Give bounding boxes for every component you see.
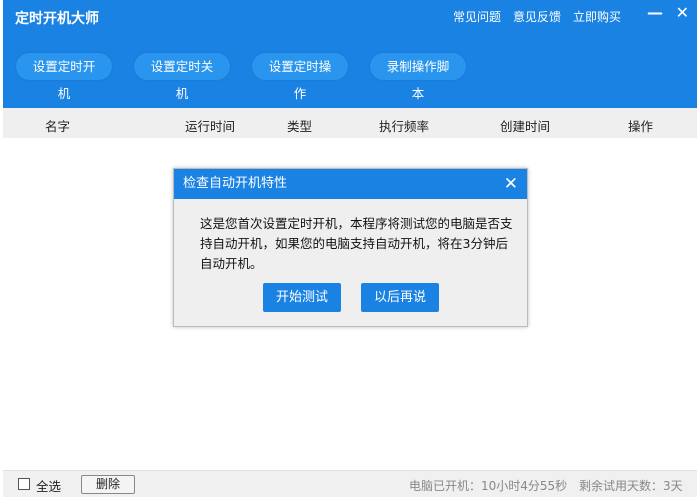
later-button[interactable]: 以后再说 [361, 283, 439, 312]
record-script-button[interactable]: 录制操作脚本 [370, 53, 466, 101]
trial-status: 剩余试用天数：3天 [579, 479, 683, 493]
col-run-time: 运行时间 [185, 119, 236, 134]
table-header: 名字 运行时间 类型 执行频率 创建时间 操作 [3, 108, 697, 138]
dialog-close-icon[interactable]: ✕ [504, 169, 518, 199]
delete-button[interactable]: 删除 [81, 475, 135, 494]
app-title: 定时开机大师 [15, 11, 99, 27]
message-line: 持自动开机，如果您的电脑支持自动开机，将在3分钟后 [200, 236, 508, 251]
col-frequency: 执行频率 [379, 119, 430, 134]
col-actions: 操作 [628, 119, 654, 134]
set-timed-boot-button[interactable]: 设置定时开机 [16, 53, 112, 101]
minimize-icon[interactable]: — [647, 3, 663, 22]
header-bar: 定时开机大师 常见问题 意见反馈 立即购买 — ✕ 设置定时开机 设置定时关机 … [3, 0, 697, 108]
select-all-label[interactable]: 全选 [36, 476, 61, 495]
uptime-status: 电脑已开机：10小时4分55秒 [409, 479, 568, 493]
dialog-message: 这是您首次设置定时开机，本程序将测试您的电脑是否支 持自动开机，如果您的电脑支持… [200, 214, 513, 274]
close-icon[interactable]: ✕ [676, 3, 689, 22]
footer: 全选 删除 电脑已开机：10小时4分55秒 剩余试用天数：3天 [3, 470, 697, 497]
check-auto-boot-dialog: 检查自动开机特性 ✕ 这是您首次设置定时开机，本程序将测试您的电脑是否支 持自动… [173, 168, 528, 327]
select-all-checkbox[interactable] [18, 478, 30, 490]
start-test-button[interactable]: 开始测试 [263, 283, 341, 312]
dialog-title: 检查自动开机特性 [183, 176, 288, 191]
set-timed-shutdown-button[interactable]: 设置定时关机 [134, 53, 230, 101]
faq-link[interactable]: 常见问题 [453, 8, 501, 25]
feedback-link[interactable]: 意见反馈 [513, 8, 561, 25]
message-line: 自动开机。 [200, 256, 263, 271]
set-timed-operation-button[interactable]: 设置定时操作 [252, 53, 348, 101]
col-name: 名字 [45, 119, 71, 134]
col-type: 类型 [287, 119, 313, 134]
col-created: 创建时间 [500, 119, 551, 134]
message-line: 这是您首次设置定时开机，本程序将测试您的电脑是否支 [200, 216, 513, 231]
buy-link[interactable]: 立即购买 [573, 8, 621, 25]
